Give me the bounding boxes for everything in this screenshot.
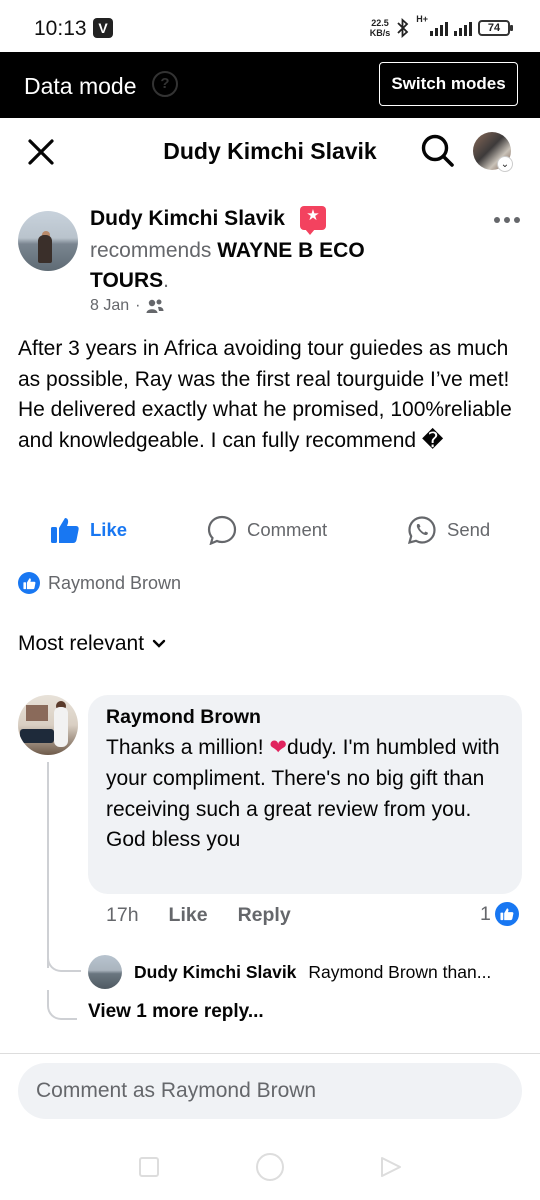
friends-icon [146, 299, 164, 313]
thread-line [47, 762, 49, 968]
like-label: Like [90, 519, 128, 540]
divider [0, 1053, 540, 1054]
comment-reaction-count[interactable]: 1 [480, 902, 519, 926]
comment-author[interactable]: Raymond Brown [106, 705, 504, 729]
battery-icon: 74 [478, 20, 513, 36]
comment-text: Thanks a million! ❤dudy. I'm humbled wit… [106, 733, 504, 856]
meta-separator: · [135, 297, 141, 314]
comment-meta: 17h Like Reply [106, 904, 291, 927]
page-title: Dudy Kimchi Slavik [163, 138, 377, 164]
recommendation-period: . [163, 269, 169, 292]
profile-avatar[interactable]: ⌄ [473, 132, 513, 172]
send-label: Send [447, 519, 491, 540]
heart-emoji: ❤ [269, 736, 288, 759]
thread-connector [47, 950, 81, 972]
reaction-summary[interactable]: Raymond Brown [18, 572, 181, 594]
chevron-down-icon: ⌄ [497, 156, 513, 172]
chevron-down-icon [152, 639, 166, 648]
network-speed-unit: KB/s [369, 28, 391, 38]
like-reaction-icon [494, 902, 519, 926]
business-name-link-line2[interactable]: TOURS [90, 269, 163, 292]
post-body: After 3 years in Africa avoiding tour gu… [18, 337, 512, 452]
post-author-avatar[interactable] [18, 211, 78, 271]
like-reaction-icon [18, 572, 40, 594]
network-speed-value: 22.5 [371, 18, 389, 28]
recommendation-line: recommends WAYNE B ECO TOURS. [90, 236, 450, 296]
whatsapp-icon [407, 516, 436, 545]
app-notification-icon: V [93, 18, 113, 38]
recents-button[interactable] [139, 1157, 159, 1177]
comment-like-button[interactable]: Like [169, 904, 208, 927]
post-author-name[interactable]: Dudy Kimchi Slavik [90, 207, 285, 231]
back-icon[interactable] [380, 1156, 402, 1178]
top-header: Dudy Kimchi Slavik ⌄ [0, 118, 540, 184]
post-date[interactable]: 8 Jan [90, 297, 129, 315]
status-time: 10:13 [34, 17, 87, 40]
comment-reply-button[interactable]: Reply [238, 904, 291, 927]
comment-time[interactable]: 17h [106, 904, 139, 927]
signal-icon-sim2 [454, 20, 472, 36]
status-bar: 10:13 V 22.5 KB/s H+ 74 [0, 0, 540, 52]
sort-label: Most relevant [18, 632, 145, 655]
comment-text-part1: Thanks a million! [106, 736, 270, 759]
status-indicators: 22.5 KB/s H+ 74 [370, 14, 513, 42]
system-nav-bar [0, 1140, 540, 1200]
home-button[interactable] [256, 1153, 284, 1181]
commenter-avatar[interactable] [18, 695, 78, 755]
search-icon[interactable] [420, 133, 456, 169]
comment-input[interactable] [18, 1063, 522, 1119]
switch-modes-button[interactable]: Switch modes [379, 62, 518, 106]
network-speed: 22.5 KB/s [370, 18, 391, 38]
comment-bubble[interactable]: Raymond Brown Thanks a million! ❤dudy. I… [88, 695, 522, 894]
reply-preview[interactable]: Dudy Kimchi Slavik Raymond Brown than... [88, 954, 528, 990]
network-type: H+ [416, 14, 428, 24]
view-more-replies-link[interactable]: View 1 more reply... [88, 1001, 264, 1023]
reply-preview-text: Raymond Brown than... [308, 961, 492, 982]
thumbs-up-icon [51, 518, 79, 543]
post-meta: 8 Jan · [90, 297, 164, 315]
business-name-link[interactable]: WAYNE B ECO [217, 239, 364, 262]
data-mode-title: Data mode [24, 73, 137, 99]
help-icon[interactable]: ? [152, 71, 178, 97]
post-actions: Like Comment Send [0, 508, 540, 552]
recommend-icon [300, 206, 326, 235]
comment-label: Comment [247, 519, 328, 540]
comment-button[interactable]: Comment [207, 508, 327, 552]
signal-icon [430, 20, 448, 36]
bluetooth-icon [397, 18, 409, 38]
data-mode-bar: Data mode ? Switch modes [0, 52, 540, 118]
more-options-icon[interactable] [494, 208, 526, 232]
reaction-names: Raymond Brown [48, 572, 182, 593]
thread-connector [47, 990, 77, 1020]
like-button[interactable]: Like [50, 508, 127, 552]
reply-author-avatar [88, 955, 122, 989]
comment-sort-dropdown[interactable]: Most relevant [18, 632, 166, 656]
reply-author: Dudy Kimchi Slavik [134, 961, 297, 982]
recommends-label: recommends [90, 239, 212, 262]
comment-like-count: 1 [480, 902, 491, 925]
send-button[interactable]: Send [407, 508, 490, 552]
comment-icon [207, 515, 237, 545]
